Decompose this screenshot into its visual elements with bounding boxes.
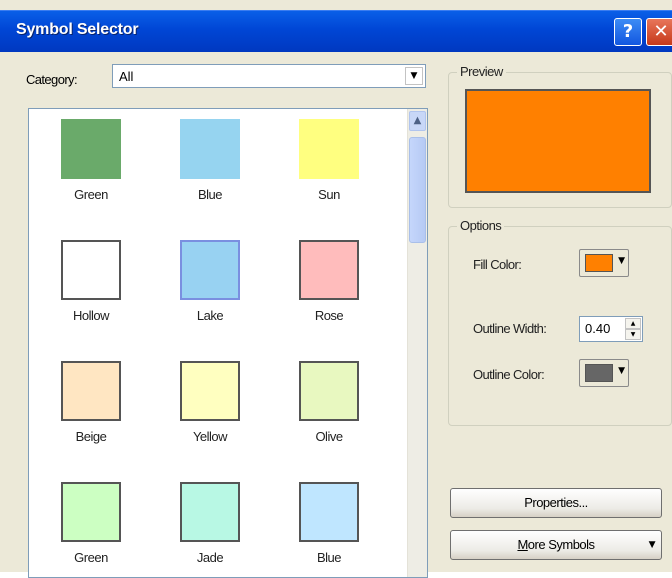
- preview-swatch: [465, 89, 651, 193]
- symbol-swatch: [180, 361, 240, 421]
- symbol-swatch: [180, 482, 240, 542]
- more-symbols-button[interactable]: More Symbols ▼: [450, 530, 662, 560]
- symbol-label: Green: [74, 187, 108, 202]
- symbol-label: Green: [74, 550, 108, 565]
- category-dropdown[interactable]: All ▼: [112, 64, 426, 88]
- symbol-item[interactable]: Green: [41, 474, 141, 577]
- symbol-item[interactable]: Blue: [160, 111, 260, 221]
- symbol-label: Lake: [196, 308, 224, 323]
- symbol-item[interactable]: Hollow: [41, 232, 141, 342]
- preview-group: Preview: [448, 64, 672, 208]
- fill-color-swatch: [585, 254, 613, 272]
- outline-color-label: Outline Color:: [473, 367, 545, 382]
- outline-width-stepper[interactable]: 0.40 ▲ ▼: [579, 316, 643, 342]
- symbol-swatch: [299, 482, 359, 542]
- symbol-swatch: [61, 240, 121, 300]
- more-symbols-label: ore Symbols: [527, 537, 595, 552]
- help-button[interactable]: ?: [614, 18, 642, 46]
- preview-label: Preview: [457, 64, 506, 79]
- vertical-scrollbar[interactable]: ▲: [407, 109, 427, 577]
- symbol-label: Sun: [318, 187, 340, 202]
- chevron-down-icon: ▼: [648, 540, 656, 550]
- scroll-thumb[interactable]: [409, 137, 426, 243]
- symbol-item[interactable]: Blue: [279, 474, 379, 577]
- outline-color-swatch: [585, 364, 613, 382]
- scroll-up-icon[interactable]: ▲: [409, 111, 426, 131]
- properties-button[interactable]: Properties...: [450, 488, 662, 518]
- chevron-down-icon: ▼: [618, 366, 625, 376]
- fill-color-label: Fill Color:: [473, 257, 522, 272]
- category-label: Category:: [26, 72, 78, 87]
- symbol-swatch: [299, 240, 359, 300]
- symbol-swatch: [180, 240, 240, 300]
- symbol-label: Beige: [75, 429, 107, 444]
- symbol-swatch: [61, 482, 121, 542]
- options-group: Options Fill Color: ▼ Outline Width: 0.4…: [448, 218, 672, 426]
- spin-down-icon[interactable]: ▼: [625, 329, 641, 340]
- chevron-down-icon: ▼: [618, 256, 625, 266]
- symbol-swatch: [299, 361, 359, 421]
- outline-width-label: Outline Width:: [473, 321, 547, 336]
- symbol-label: Yellow: [192, 429, 228, 444]
- symbol-label: Blue: [197, 187, 223, 202]
- outline-color-button[interactable]: ▼: [579, 359, 629, 387]
- more-symbols-mnemonic: M: [517, 537, 528, 552]
- symbol-item[interactable]: Rose: [279, 232, 379, 342]
- symbol-swatch: [180, 119, 240, 179]
- symbol-selector-dialog: Symbol Selector ? ✕ Category: All ▼ Gree…: [0, 0, 672, 578]
- symbol-item[interactable]: Olive: [279, 353, 379, 463]
- symbol-swatch: [299, 119, 359, 179]
- symbol-list[interactable]: Green Blue Sun Hollow Lake Rose Beige Yellow Oli…: [28, 108, 428, 578]
- symbol-item[interactable]: Yellow: [160, 353, 260, 463]
- symbol-item[interactable]: Green: [41, 111, 141, 221]
- symbol-item[interactable]: Lake: [160, 232, 260, 342]
- fill-color-button[interactable]: ▼: [579, 249, 629, 277]
- options-label: Options: [457, 218, 505, 233]
- symbol-label: Blue: [316, 550, 342, 565]
- title-bar: Symbol Selector ? ✕: [0, 10, 672, 52]
- symbol-swatch: [61, 119, 121, 179]
- close-button[interactable]: ✕: [646, 18, 672, 46]
- chevron-down-icon[interactable]: ▼: [405, 67, 423, 85]
- symbol-label: Jade: [196, 550, 224, 565]
- symbol-item[interactable]: Sun: [279, 111, 379, 221]
- symbol-item[interactable]: Jade: [160, 474, 260, 577]
- window-title: Symbol Selector: [16, 21, 139, 38]
- symbol-item[interactable]: Beige: [41, 353, 141, 463]
- symbol-label: Rose: [314, 308, 344, 323]
- category-value: All: [119, 69, 134, 84]
- spin-up-icon[interactable]: ▲: [625, 318, 641, 329]
- symbol-swatch: [61, 361, 121, 421]
- symbol-label: Olive: [315, 429, 343, 444]
- outline-width-value[interactable]: 0.40: [585, 321, 610, 336]
- symbol-label: Hollow: [72, 308, 110, 323]
